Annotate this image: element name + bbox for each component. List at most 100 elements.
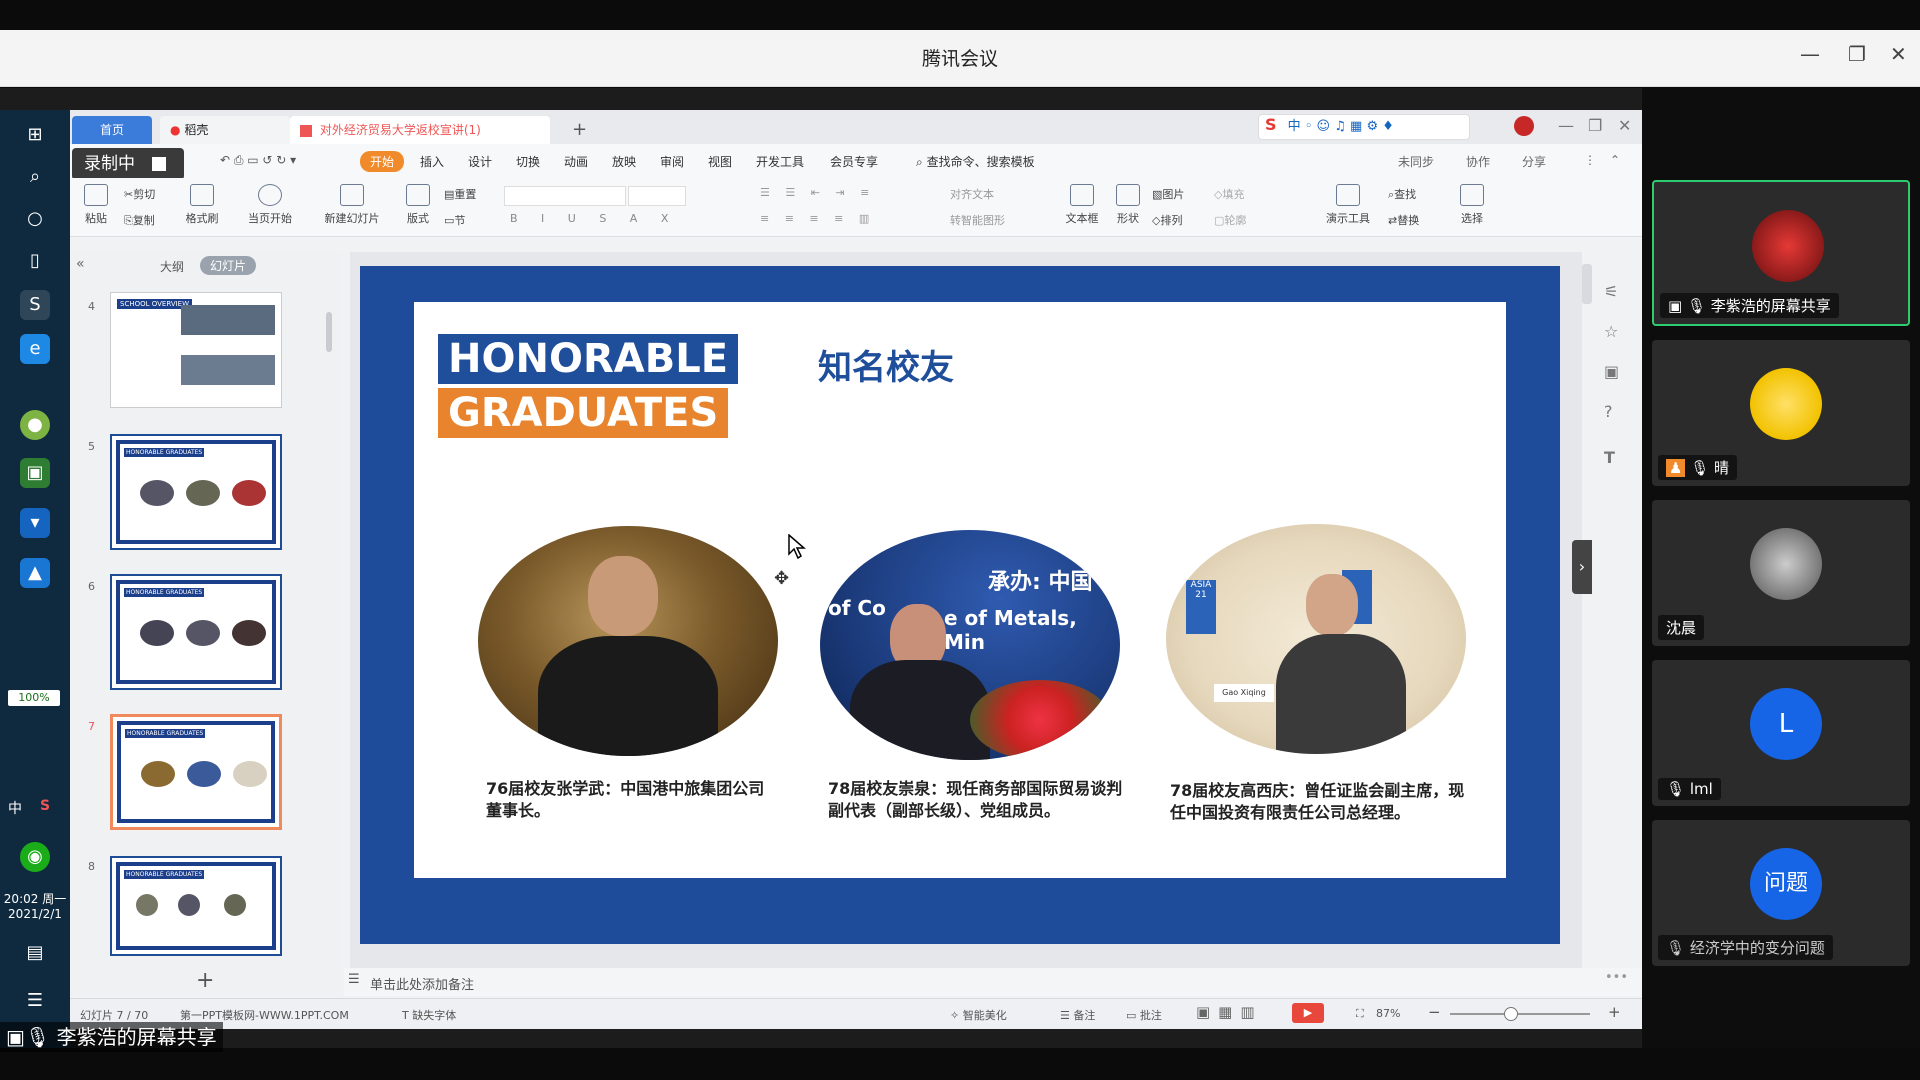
select-button[interactable]: 选择 — [1454, 184, 1490, 226]
participant-tile-2[interactable]: ♟ 🎙 晴 — [1652, 340, 1910, 486]
find-button[interactable]: ⌕查找 — [1388, 186, 1416, 202]
text-tool-icon[interactable]: T — [1604, 448, 1615, 467]
align-text-button[interactable]: 对齐文本 — [950, 186, 994, 202]
task-view-icon[interactable]: ▯ — [20, 246, 50, 276]
zoom-slider[interactable] — [1450, 1013, 1590, 1015]
section-button[interactable]: ▭节 — [444, 212, 465, 228]
command-search[interactable]: ⌕ 查找命令、搜索模板 — [916, 153, 1035, 170]
menu-review[interactable]: 审阅 — [660, 153, 684, 170]
shape-button[interactable]: 形状 — [1110, 184, 1146, 226]
user-avatar-icon[interactable] — [1514, 116, 1534, 136]
text-format-icons[interactable]: B I U S A X — [510, 212, 678, 225]
notes-bar[interactable]: ☰ 单击此处添加备注 ••• — [344, 968, 1642, 996]
add-tab-button[interactable]: + — [562, 116, 597, 144]
ime-label[interactable]: 中 — [8, 798, 22, 818]
menu-vip[interactable]: 会员专享 — [830, 153, 878, 170]
participant-tile-5[interactable]: 问题 🎙 经济学中的变分问题 — [1652, 820, 1910, 966]
zoom-in-icon[interactable]: + — [1608, 1003, 1621, 1021]
tab-home[interactable]: 首页 — [72, 116, 152, 144]
collapse-panel-icon[interactable]: « — [76, 256, 85, 272]
font-size-select[interactable] — [628, 186, 686, 206]
format-painter-button[interactable]: 格式刷 — [180, 184, 224, 226]
arrange-button[interactable]: ◇排列 — [1152, 212, 1182, 228]
notification-icon[interactable]: ▤ — [20, 938, 50, 968]
play-slideshow-button[interactable]: ▶ — [1292, 1003, 1324, 1023]
fill-button[interactable]: ◇填充 — [1214, 186, 1244, 202]
close-icon[interactable]: ✕ — [1890, 42, 1907, 66]
collapse-ribbon-icon[interactable]: ⌃ — [1610, 153, 1620, 167]
action-center-icon[interactable]: ☰ — [20, 986, 50, 1016]
properties-icon[interactable]: ⚟ — [1604, 282, 1618, 301]
thumbnail-slide-8[interactable]: HONORABLE GRADUATES — [110, 856, 282, 956]
help-icon[interactable]: ? — [1604, 402, 1613, 421]
menu-design[interactable]: 设计 — [468, 153, 492, 170]
paste-button[interactable]: 粘贴 — [76, 184, 116, 226]
menu-insert[interactable]: 插入 — [420, 153, 444, 170]
menu-developer[interactable]: 开发工具 — [756, 153, 804, 170]
participant-tile-3[interactable]: 沈晨 — [1652, 500, 1910, 646]
minimize-icon[interactable]: — — [1800, 42, 1820, 66]
view-mode-icons[interactable]: ▣▦▥ — [1196, 1003, 1263, 1021]
layout-button[interactable]: 版式 — [398, 184, 438, 226]
recording-badge[interactable]: 录制中 — [72, 148, 184, 180]
wps-minimize-icon[interactable]: — — [1558, 116, 1574, 135]
add-slide-button[interactable]: + — [196, 968, 214, 993]
copy-button[interactable]: ⎘复制 — [124, 212, 155, 228]
wps-restore-icon[interactable]: ❐ — [1588, 116, 1602, 135]
thumbnail-scrollbar[interactable] — [326, 312, 332, 352]
from-current-button[interactable]: 当页开始 — [240, 184, 300, 226]
tab-docer[interactable]: ● 稻壳 — [160, 116, 290, 144]
participant-tile-4[interactable]: L 🎙 lml — [1652, 660, 1910, 806]
paragraph-icons[interactable]: ☰ ☰ ⇤ ⇥ ≡ — [760, 186, 875, 199]
template-icon[interactable]: ▣ — [1604, 362, 1619, 381]
notes-toggle-button[interactable]: ☰ 备注 — [1060, 1007, 1095, 1023]
wps-close-icon[interactable]: ✕ — [1618, 116, 1631, 135]
collaborate-button[interactable]: 协作 — [1466, 153, 1490, 170]
menu-transition[interactable]: 切换 — [516, 153, 540, 170]
reset-button[interactable]: ▤重置 — [444, 186, 476, 202]
photos-icon[interactable]: ▲ — [20, 558, 50, 588]
zoom-out-icon[interactable]: − — [1428, 1003, 1441, 1021]
presenter-tools-button[interactable]: 演示工具 — [1318, 184, 1378, 226]
sync-status[interactable]: 未同步 — [1398, 153, 1434, 170]
share-button[interactable]: 分享 — [1522, 153, 1546, 170]
new-slide-button[interactable]: 新建幻灯片 — [316, 184, 388, 226]
font-name-select[interactable] — [504, 186, 626, 206]
cortana-icon[interactable]: ○ — [20, 204, 50, 234]
tencent-meeting-icon[interactable]: ▾ — [20, 508, 50, 538]
thumbnail-slide-6[interactable]: HONORABLE GRADUATES — [110, 574, 282, 690]
comments-button[interactable]: ▭ 批注 — [1126, 1007, 1162, 1023]
tab-outline[interactable]: 大纲 — [160, 258, 184, 275]
missing-font-button[interactable]: T 缺失字体 — [402, 1007, 456, 1023]
zoom-slider-handle[interactable] — [1504, 1007, 1518, 1021]
app-s-icon[interactable]: S — [20, 290, 50, 320]
app-green-icon[interactable]: ▣ — [20, 458, 50, 488]
thumbnail-slide-4[interactable]: SCHOOL OVERVIEW — [110, 292, 282, 408]
menu-home[interactable]: 开始 — [360, 151, 405, 172]
animation-icon[interactable]: ☆ — [1604, 322, 1618, 341]
beautify-button[interactable]: ✧ 智能美化 — [950, 1007, 1007, 1023]
textbox-button[interactable]: 文本框 — [1060, 184, 1104, 226]
stop-record-icon[interactable] — [152, 157, 167, 171]
expand-panel-icon[interactable]: › — [1572, 540, 1592, 594]
edge-icon[interactable]: e — [20, 334, 50, 364]
menu-slideshow[interactable]: 放映 — [612, 153, 636, 170]
thumbnail-slide-7[interactable]: HONORABLE GRADUATES — [110, 714, 282, 830]
more-icon[interactable]: ••• — [1605, 970, 1628, 985]
search-icon[interactable]: ⌕ — [20, 162, 50, 192]
canvas-scrollbar[interactable] — [1582, 264, 1592, 304]
more-icon[interactable]: ⋮ — [1584, 153, 1596, 167]
fit-window-icon[interactable]: ⛶ — [1356, 1007, 1364, 1021]
browser-icon[interactable]: ● — [20, 410, 50, 440]
ime-toolbar[interactable]: S 中 ◦ ☺ ♫ ▦ ⚙ ♦ — [1258, 114, 1470, 140]
quick-access-icons[interactable]: ↶ ⎙ ▭ ↺ ↻ ▾ — [220, 153, 296, 168]
tab-document[interactable]: 对外经济贸易大学返校宣讲(1) — [290, 116, 550, 144]
thumbnail-slide-5[interactable]: HONORABLE GRADUATES — [110, 434, 282, 550]
menu-view[interactable]: 视图 — [708, 153, 732, 170]
align-icons[interactable]: ≡ ≡ ≡ ≡ ▥ — [760, 212, 875, 225]
restore-icon[interactable]: ❐ — [1848, 42, 1866, 66]
replace-button[interactable]: ⇄替换 — [1388, 212, 1419, 228]
smartart-button[interactable]: 转智能图形 — [950, 212, 1005, 228]
sogou-ime-icon[interactable]: S — [40, 798, 50, 814]
cut-button[interactable]: ✂剪切 — [124, 186, 155, 202]
